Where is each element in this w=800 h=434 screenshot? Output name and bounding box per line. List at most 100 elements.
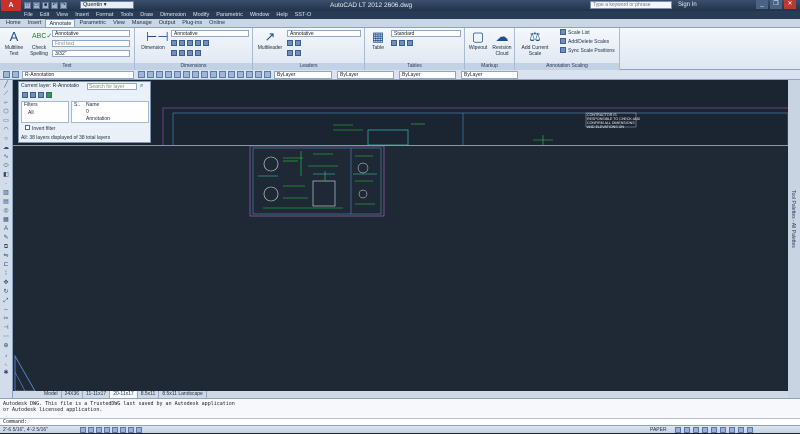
layer-settings-icon[interactable] xyxy=(264,71,271,78)
revcloud-icon[interactable]: ☁ xyxy=(2,144,11,152)
scale-list-button[interactable]: Scale List xyxy=(560,29,590,37)
tab-online[interactable]: Online xyxy=(206,19,228,27)
menu-sst[interactable]: SST-O xyxy=(295,11,312,19)
tab-parametric[interactable]: Parametric xyxy=(76,19,109,27)
link-data-icon[interactable] xyxy=(391,40,397,46)
new-layer-vp-icon[interactable] xyxy=(30,92,36,98)
rotate-icon[interactable]: ↻ xyxy=(2,288,11,296)
explode-icon[interactable]: ✱ xyxy=(2,369,11,377)
menu-file[interactable]: File xyxy=(24,11,33,19)
quick-dim-icon[interactable] xyxy=(171,40,177,46)
arc-icon[interactable]: ◠ xyxy=(2,126,11,134)
dimensions-panel-title[interactable]: Dimensions xyxy=(135,63,252,70)
text-height-dropdown[interactable]: 3/32" xyxy=(52,50,130,57)
join-icon[interactable]: ⊕ xyxy=(2,342,11,350)
make-current-icon[interactable] xyxy=(138,71,145,78)
layer-row[interactable]: Annotation xyxy=(86,116,110,122)
filter-all[interactable]: All xyxy=(28,110,34,116)
leaders-panel-title[interactable]: Leaders xyxy=(253,63,364,70)
tab-manage[interactable]: Manage xyxy=(129,19,155,27)
lower-viewport[interactable] xyxy=(13,145,788,392)
line-icon[interactable]: ╱ xyxy=(2,81,11,89)
multileader-button[interactable]: ↗ Multileader xyxy=(256,30,284,52)
menu-view[interactable]: View xyxy=(56,11,68,19)
text-angle-icon[interactable] xyxy=(179,50,185,56)
invert-filter-checkbox[interactable]: Invert filter xyxy=(25,125,55,132)
insert-block-icon[interactable]: ◧ xyxy=(2,171,11,179)
mirror-icon[interactable]: ⇋ xyxy=(2,252,11,260)
search-icon[interactable]: ⌕ xyxy=(140,83,148,90)
layout-tab-11-11x17[interactable]: 11-11x17 xyxy=(83,391,111,398)
download-icon[interactable] xyxy=(407,40,413,46)
find-text-input[interactable]: Find text xyxy=(52,40,130,47)
layer-delete-icon[interactable] xyxy=(219,71,226,78)
lineweight-dropdown[interactable]: ByLayer xyxy=(399,71,456,79)
menu-format[interactable]: Format xyxy=(96,11,113,19)
rectangle-icon[interactable]: ▭ xyxy=(2,117,11,125)
polyline-icon[interactable]: ⌐ xyxy=(2,99,11,107)
tab-insert[interactable]: Insert xyxy=(25,19,45,27)
point-icon[interactable]: · xyxy=(2,180,11,188)
tab-plugins[interactable]: Plug-ins xyxy=(179,19,205,27)
region-icon[interactable]: ◎ xyxy=(2,207,11,215)
layer-translate-icon[interactable] xyxy=(246,71,253,78)
erase-icon[interactable]: ✎ xyxy=(2,234,11,242)
tool-palettes-label[interactable]: Tool Palettes - All Palettes xyxy=(790,190,796,248)
circle-icon[interactable]: ○ xyxy=(2,135,11,143)
lineweight-toggle-icon[interactable] xyxy=(128,427,134,433)
table-tool-icon[interactable]: ▦ xyxy=(2,216,11,224)
stretch-icon[interactable]: ⇔ xyxy=(2,306,11,314)
layer-properties-icon[interactable] xyxy=(3,71,10,78)
layout-tab-model[interactable]: Model xyxy=(41,391,62,398)
save-icon[interactable]: ■ xyxy=(42,2,49,9)
color-dropdown[interactable]: ByLayer xyxy=(274,71,332,79)
chamfer-icon[interactable]: ⌟ xyxy=(2,351,11,359)
fillet-icon[interactable]: ◟ xyxy=(2,360,11,368)
tab-home[interactable]: Home xyxy=(3,19,24,27)
remove-leader-icon[interactable] xyxy=(295,40,301,46)
new-icon[interactable]: □ xyxy=(24,2,31,9)
trim-icon[interactable]: ✂ xyxy=(2,315,11,323)
keyword-search-input[interactable]: Type a keyword or phrase xyxy=(590,1,672,9)
mleader-style-dropdown[interactable]: Annotative xyxy=(287,30,361,37)
polar-icon[interactable] xyxy=(104,427,110,433)
layer-merge-icon[interactable] xyxy=(210,71,217,78)
linetype-dropdown[interactable]: ByLayer xyxy=(337,71,394,79)
align-leader-icon[interactable] xyxy=(287,50,293,56)
check-spelling-button[interactable]: ABC✓ Check Spelling xyxy=(28,30,52,57)
restore-button[interactable]: ❐ xyxy=(770,0,782,9)
table-button[interactable]: ▦ Table xyxy=(368,30,388,52)
add-current-scale-button[interactable]: ⚖ Add Current Scale xyxy=(517,30,553,58)
drawing-canvas[interactable]: CONTRACTOR IS RESPONSIBLE TO CHECK AND C… xyxy=(13,80,788,398)
upper-viewport[interactable]: CONTRACTOR IS RESPONSIBLE TO CHECK AND C… xyxy=(13,80,788,149)
reassociate-icon[interactable] xyxy=(195,50,201,56)
continue-dim-icon[interactable] xyxy=(179,40,185,46)
menu-window[interactable]: Window xyxy=(250,11,270,19)
workspace-dropdown[interactable]: Quentin ▾ xyxy=(80,1,134,9)
layout-tab-24x36[interactable]: 24X36 xyxy=(62,391,84,398)
inspect-dim-icon[interactable] xyxy=(203,40,209,46)
plotstyle-dropdown[interactable]: ByLayer xyxy=(461,71,518,79)
copy-icon[interactable]: ⧉ xyxy=(2,243,11,251)
polygon-icon[interactable]: ⬡ xyxy=(2,108,11,116)
layout-tab-20-11x17[interactable]: 20-11x17 xyxy=(110,391,138,398)
command-line-input[interactable]: Command: xyxy=(0,418,800,425)
mtext-icon[interactable]: A xyxy=(2,225,11,233)
hardware-accel-icon[interactable] xyxy=(720,427,726,433)
name-column-header[interactable]: Name xyxy=(86,102,99,108)
move-icon[interactable]: ✥ xyxy=(2,279,11,287)
dim-style-dropdown[interactable]: Annotative xyxy=(171,30,249,37)
adjust-space-icon[interactable] xyxy=(195,40,201,46)
layer-dropdown[interactable]: R-Annotation xyxy=(22,71,134,79)
match-layer-icon[interactable] xyxy=(192,71,199,78)
update-dim-icon[interactable] xyxy=(187,50,193,56)
revision-cloud-button[interactable]: ☁ Revision Cloud xyxy=(490,30,514,58)
scale-tool-icon[interactable]: ⤢ xyxy=(2,297,11,305)
otrack-icon[interactable] xyxy=(120,427,126,433)
status-bar-menu-icon[interactable] xyxy=(738,427,744,433)
array-icon[interactable]: ⁞ xyxy=(2,270,11,278)
layer-lock-icon[interactable] xyxy=(183,71,190,78)
menu-insert[interactable]: Insert xyxy=(75,11,89,19)
clean-screen-icon[interactable] xyxy=(747,427,753,433)
layer-search-input[interactable]: Search for layer xyxy=(87,83,137,90)
